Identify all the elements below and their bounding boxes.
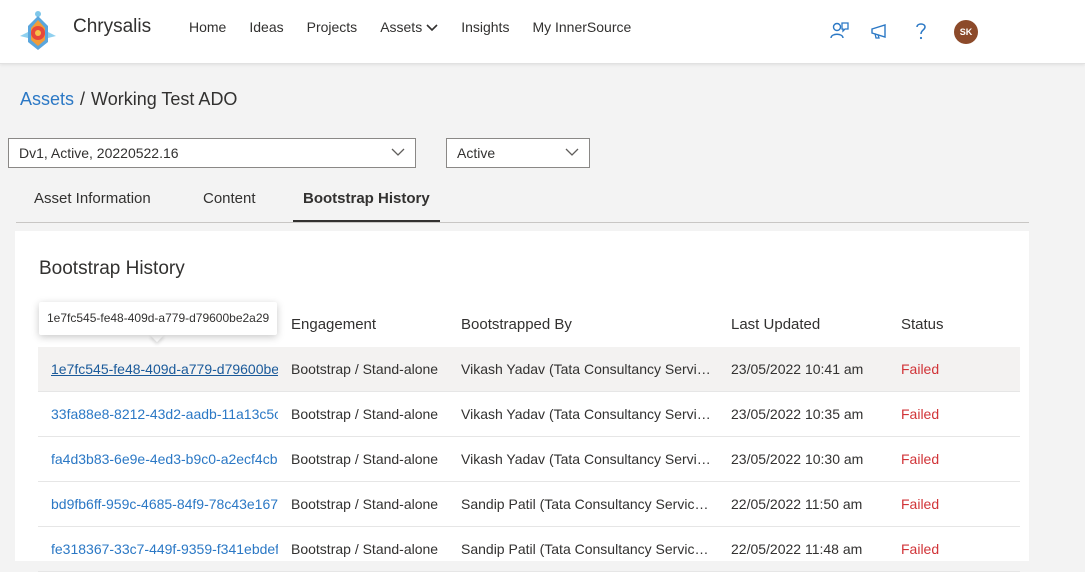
chevron-down-icon xyxy=(426,24,438,32)
bootstrap-id-link[interactable]: 1e7fc545-fe48-409d-a779-d79600be xyxy=(51,347,278,391)
main-nav: Home Ideas Projects Assets Insights My I… xyxy=(189,19,654,35)
engagement-cell: Bootstrap / Stand-alone xyxy=(291,406,439,422)
status-cell: Failed xyxy=(901,541,940,557)
engagement-cell: Bootstrap / Stand-alone xyxy=(291,361,439,377)
status-cell: Failed xyxy=(901,406,940,422)
bootstrapped-by-cell: Sandip Patil (Tata Consultancy Services.… xyxy=(461,496,711,512)
table-row[interactable]: 1e7fc545-fe48-409d-a779-d79600be Bootstr… xyxy=(38,347,1020,392)
version-dropdown-value: Dv1, Active, 20220522.16 xyxy=(19,145,179,161)
nav-insights[interactable]: Insights xyxy=(461,19,509,35)
version-dropdown[interactable]: Dv1, Active, 20220522.16 xyxy=(8,138,416,168)
bootstrap-id-link[interactable]: fe318367-33c7-449f-9359-f341ebdef xyxy=(51,527,278,571)
table-row[interactable]: fa4d3b83-6e9e-4ed3-b9c0-a2ecf4cb! Bootst… xyxy=(38,437,1020,482)
last-updated-cell: 22/05/2022 11:48 am xyxy=(731,541,863,557)
table-row[interactable]: bd9fb6ff-959c-4685-84f9-78c43e167 Bootst… xyxy=(38,482,1020,527)
column-header-bootstrapped-by[interactable]: Bootstrapped By xyxy=(461,316,572,333)
column-header-engagement[interactable]: Engagement xyxy=(291,316,376,333)
column-header-status[interactable]: Status xyxy=(901,316,944,333)
nav-projects[interactable]: Projects xyxy=(307,19,358,35)
breadcrumb: Assets / Working Test ADO xyxy=(20,89,237,110)
brand-name: Chrysalis xyxy=(73,16,152,37)
bootstrap-id-link[interactable]: 33fa88e8-8212-43d2-aadb-11a13c5c xyxy=(51,392,278,436)
chevron-down-icon xyxy=(565,148,579,156)
tab-content[interactable]: Content xyxy=(193,180,266,220)
bootstrapped-by-cell: Vikash Yadav (Tata Consultancy Service..… xyxy=(461,361,711,377)
last-updated-cell: 23/05/2022 10:41 am xyxy=(731,361,864,377)
bootstrapped-by-cell: Vikash Yadav (Tata Consultancy Service..… xyxy=(461,406,711,422)
last-updated-cell: 23/05/2022 10:35 am xyxy=(731,406,864,422)
status-dropdown-value: Active xyxy=(457,145,496,161)
tab-bootstrap-history[interactable]: Bootstrap History xyxy=(293,180,440,222)
asset-tabs: Asset Information Content Bootstrap Hist… xyxy=(16,180,1029,223)
feedback-icon[interactable] xyxy=(828,20,850,42)
status-cell: Failed xyxy=(901,361,940,377)
announcement-icon[interactable] xyxy=(869,20,891,42)
bootstrap-history-card: Bootstrap History Engagement Bootstrappe… xyxy=(15,231,1029,572)
breadcrumb-separator: / xyxy=(80,89,86,109)
status-cell: Failed xyxy=(901,496,940,512)
nav-assets-label: Assets xyxy=(380,19,423,35)
id-tooltip: 1e7fc545-fe48-409d-a779-d79600be2a29 xyxy=(39,302,277,335)
breadcrumb-assets-link[interactable]: Assets xyxy=(20,89,74,109)
user-avatar[interactable]: SK xyxy=(954,20,978,44)
column-header-last-updated[interactable]: Last Updated xyxy=(731,316,820,333)
nav-ideas[interactable]: Ideas xyxy=(249,19,283,35)
status-dropdown[interactable]: Active xyxy=(446,138,590,168)
help-icon[interactable] xyxy=(910,20,932,42)
top-navigation-bar: Chrysalis Home Ideas Projects Assets Ins… xyxy=(0,0,1085,64)
table-row[interactable]: fe318367-33c7-449f-9359-f341ebdef Bootst… xyxy=(38,527,1020,572)
engagement-cell: Bootstrap / Stand-alone xyxy=(291,541,439,557)
last-updated-cell: 23/05/2022 10:30 am xyxy=(731,451,864,467)
bootstrapped-by-cell: Sandip Patil (Tata Consultancy Services.… xyxy=(461,541,711,557)
tab-asset-information[interactable]: Asset Information xyxy=(24,180,161,220)
chevron-down-icon xyxy=(391,148,405,156)
nav-my-innersource[interactable]: My InnerSource xyxy=(532,19,631,35)
bootstrapped-by-cell: Vikash Yadav (Tata Consultancy Service..… xyxy=(461,451,711,467)
section-title: Bootstrap History xyxy=(39,258,185,279)
bootstrap-id-link[interactable]: fa4d3b83-6e9e-4ed3-b9c0-a2ecf4cb! xyxy=(51,437,278,481)
bootstrap-id-link[interactable]: bd9fb6ff-959c-4685-84f9-78c43e167 xyxy=(51,482,278,526)
breadcrumb-current: Working Test ADO xyxy=(91,89,238,109)
nav-home[interactable]: Home xyxy=(189,19,226,35)
status-cell: Failed xyxy=(901,451,940,467)
last-updated-cell: 22/05/2022 11:50 am xyxy=(731,496,863,512)
engagement-cell: Bootstrap / Stand-alone xyxy=(291,451,439,467)
table-row[interactable]: 33fa88e8-8212-43d2-aadb-11a13c5c Bootstr… xyxy=(38,392,1020,437)
engagement-cell: Bootstrap / Stand-alone xyxy=(291,496,439,512)
nav-assets[interactable]: Assets xyxy=(380,19,438,35)
chrysalis-logo-icon[interactable] xyxy=(14,6,62,54)
